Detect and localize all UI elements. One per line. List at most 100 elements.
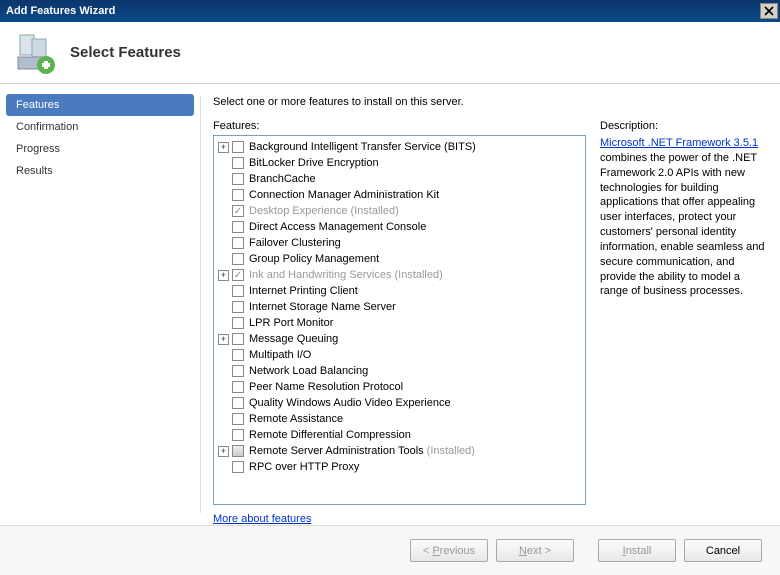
expand-spacer: [218, 206, 229, 217]
next-button[interactable]: Next >: [496, 539, 574, 562]
feature-row[interactable]: BranchCache: [214, 171, 585, 187]
feature-checkbox[interactable]: [232, 317, 244, 329]
description-body: combines the power of the .NET Framework…: [600, 152, 764, 298]
sidebar-item-results[interactable]: Results: [0, 160, 200, 182]
footer: < Previous Next > Install Cancel: [0, 525, 780, 575]
feature-label: Internet Storage Name Server: [249, 301, 396, 313]
feature-checkbox[interactable]: [232, 445, 244, 457]
feature-row[interactable]: Failover Clustering: [214, 235, 585, 251]
feature-label: Remote Server Administration Tools: [249, 445, 424, 457]
expand-spacer: [218, 398, 229, 409]
feature-checkbox[interactable]: [232, 333, 244, 345]
feature-label: LPR Port Monitor: [249, 317, 333, 329]
install-button[interactable]: Install: [598, 539, 676, 562]
feature-label: Desktop Experience: [249, 205, 347, 217]
feature-checkbox[interactable]: [232, 365, 244, 377]
feature-row[interactable]: Internet Printing Client: [214, 283, 585, 299]
feature-label: Network Load Balancing: [249, 365, 368, 377]
expand-spacer: [218, 430, 229, 441]
feature-row[interactable]: LPR Port Monitor: [214, 315, 585, 331]
expand-spacer: [218, 286, 229, 297]
feature-checkbox[interactable]: [232, 349, 244, 361]
feature-row[interactable]: Group Policy Management: [214, 251, 585, 267]
features-tree[interactable]: + Background Intelligent Transfer Service…: [213, 135, 586, 505]
feature-row[interactable]: + Background Intelligent Transfer Service…: [214, 139, 585, 155]
description-link[interactable]: Microsoft .NET Framework 3.5.1: [600, 137, 758, 149]
feature-label: Remote Differential Compression: [249, 429, 411, 441]
expand-spacer: [218, 382, 229, 393]
feature-row[interactable]: Quality Windows Audio Video Experience: [214, 395, 585, 411]
feature-label: Background Intelligent Transfer Service …: [249, 141, 476, 153]
expand-spacer: [218, 158, 229, 169]
feature-checkbox[interactable]: [232, 285, 244, 297]
feature-checkbox[interactable]: [232, 397, 244, 409]
feature-checkbox[interactable]: [232, 461, 244, 473]
feature-checkbox[interactable]: [232, 429, 244, 441]
feature-checkbox[interactable]: [232, 381, 244, 393]
feature-row[interactable]: RPC over HTTP Proxy: [214, 459, 585, 475]
expand-spacer: [218, 222, 229, 233]
main-panel: Select one or more features to install o…: [201, 84, 780, 525]
expand-spacer: [218, 462, 229, 473]
close-icon: [764, 6, 774, 16]
feature-row[interactable]: Direct Access Management Console: [214, 219, 585, 235]
feature-checkbox[interactable]: [232, 173, 244, 185]
close-button[interactable]: [760, 3, 778, 19]
description-text: Microsoft .NET Framework 3.5.1 combines …: [600, 136, 766, 299]
expand-icon[interactable]: +: [218, 334, 229, 345]
feature-row[interactable]: BitLocker Drive Encryption: [214, 155, 585, 171]
feature-checkbox[interactable]: [232, 253, 244, 265]
feature-row[interactable]: + Ink and Handwriting Services (Installed…: [214, 267, 585, 283]
sidebar-item-progress[interactable]: Progress: [0, 138, 200, 160]
feature-label: Peer Name Resolution Protocol: [249, 381, 403, 393]
feature-checkbox[interactable]: [232, 301, 244, 313]
feature-row[interactable]: Desktop Experience (Installed): [214, 203, 585, 219]
feature-checkbox[interactable]: [232, 189, 244, 201]
installed-suffix: (Installed): [394, 269, 442, 281]
cancel-button[interactable]: Cancel: [684, 539, 762, 562]
expand-icon[interactable]: +: [218, 446, 229, 457]
installed-suffix: (Installed): [350, 205, 398, 217]
expand-spacer: [218, 174, 229, 185]
expand-spacer: [218, 190, 229, 201]
more-about-features-link[interactable]: More about features: [213, 513, 311, 525]
description-panel: Description: Microsoft .NET Framework 3.…: [586, 120, 766, 525]
feature-label: BranchCache: [249, 173, 316, 185]
instruction-text: Select one or more features to install o…: [213, 96, 766, 108]
feature-label: Internet Printing Client: [249, 285, 358, 297]
feature-label: RPC over HTTP Proxy: [249, 461, 359, 473]
feature-checkbox[interactable]: [232, 157, 244, 169]
feature-row[interactable]: Internet Storage Name Server: [214, 299, 585, 315]
sidebar-item-features[interactable]: Features: [6, 94, 194, 116]
feature-label: Ink and Handwriting Services: [249, 269, 391, 281]
feature-checkbox[interactable]: [232, 269, 244, 281]
previous-button[interactable]: < Previous: [410, 539, 488, 562]
feature-checkbox[interactable]: [232, 221, 244, 233]
expand-spacer: [218, 318, 229, 329]
sidebar: FeaturesConfirmationProgressResults: [0, 84, 200, 525]
expand-icon[interactable]: +: [218, 270, 229, 281]
feature-label: Direct Access Management Console: [249, 221, 426, 233]
feature-row[interactable]: Remote Differential Compression: [214, 427, 585, 443]
feature-checkbox[interactable]: [232, 141, 244, 153]
feature-row[interactable]: +Message Queuing: [214, 331, 585, 347]
sidebar-item-confirmation[interactable]: Confirmation: [0, 116, 200, 138]
feature-label: Multipath I/O: [249, 349, 311, 361]
feature-checkbox[interactable]: [232, 205, 244, 217]
window-title: Add Features Wizard: [6, 5, 760, 17]
feature-row[interactable]: + Remote Server Administration Tools (Ins…: [214, 443, 585, 459]
feature-row[interactable]: Connection Manager Administration Kit: [214, 187, 585, 203]
feature-label: Group Policy Management: [249, 253, 379, 265]
feature-checkbox[interactable]: [232, 413, 244, 425]
feature-checkbox[interactable]: [232, 237, 244, 249]
feature-row[interactable]: Network Load Balancing: [214, 363, 585, 379]
features-label: Features:: [213, 120, 586, 132]
feature-label: Failover Clustering: [249, 237, 341, 249]
installed-suffix: (Installed): [427, 445, 475, 457]
expand-icon[interactable]: +: [218, 142, 229, 153]
feature-label: Remote Assistance: [249, 413, 343, 425]
feature-row[interactable]: Multipath I/O: [214, 347, 585, 363]
feature-row[interactable]: Remote Assistance: [214, 411, 585, 427]
feature-row[interactable]: Peer Name Resolution Protocol: [214, 379, 585, 395]
expand-spacer: [218, 350, 229, 361]
